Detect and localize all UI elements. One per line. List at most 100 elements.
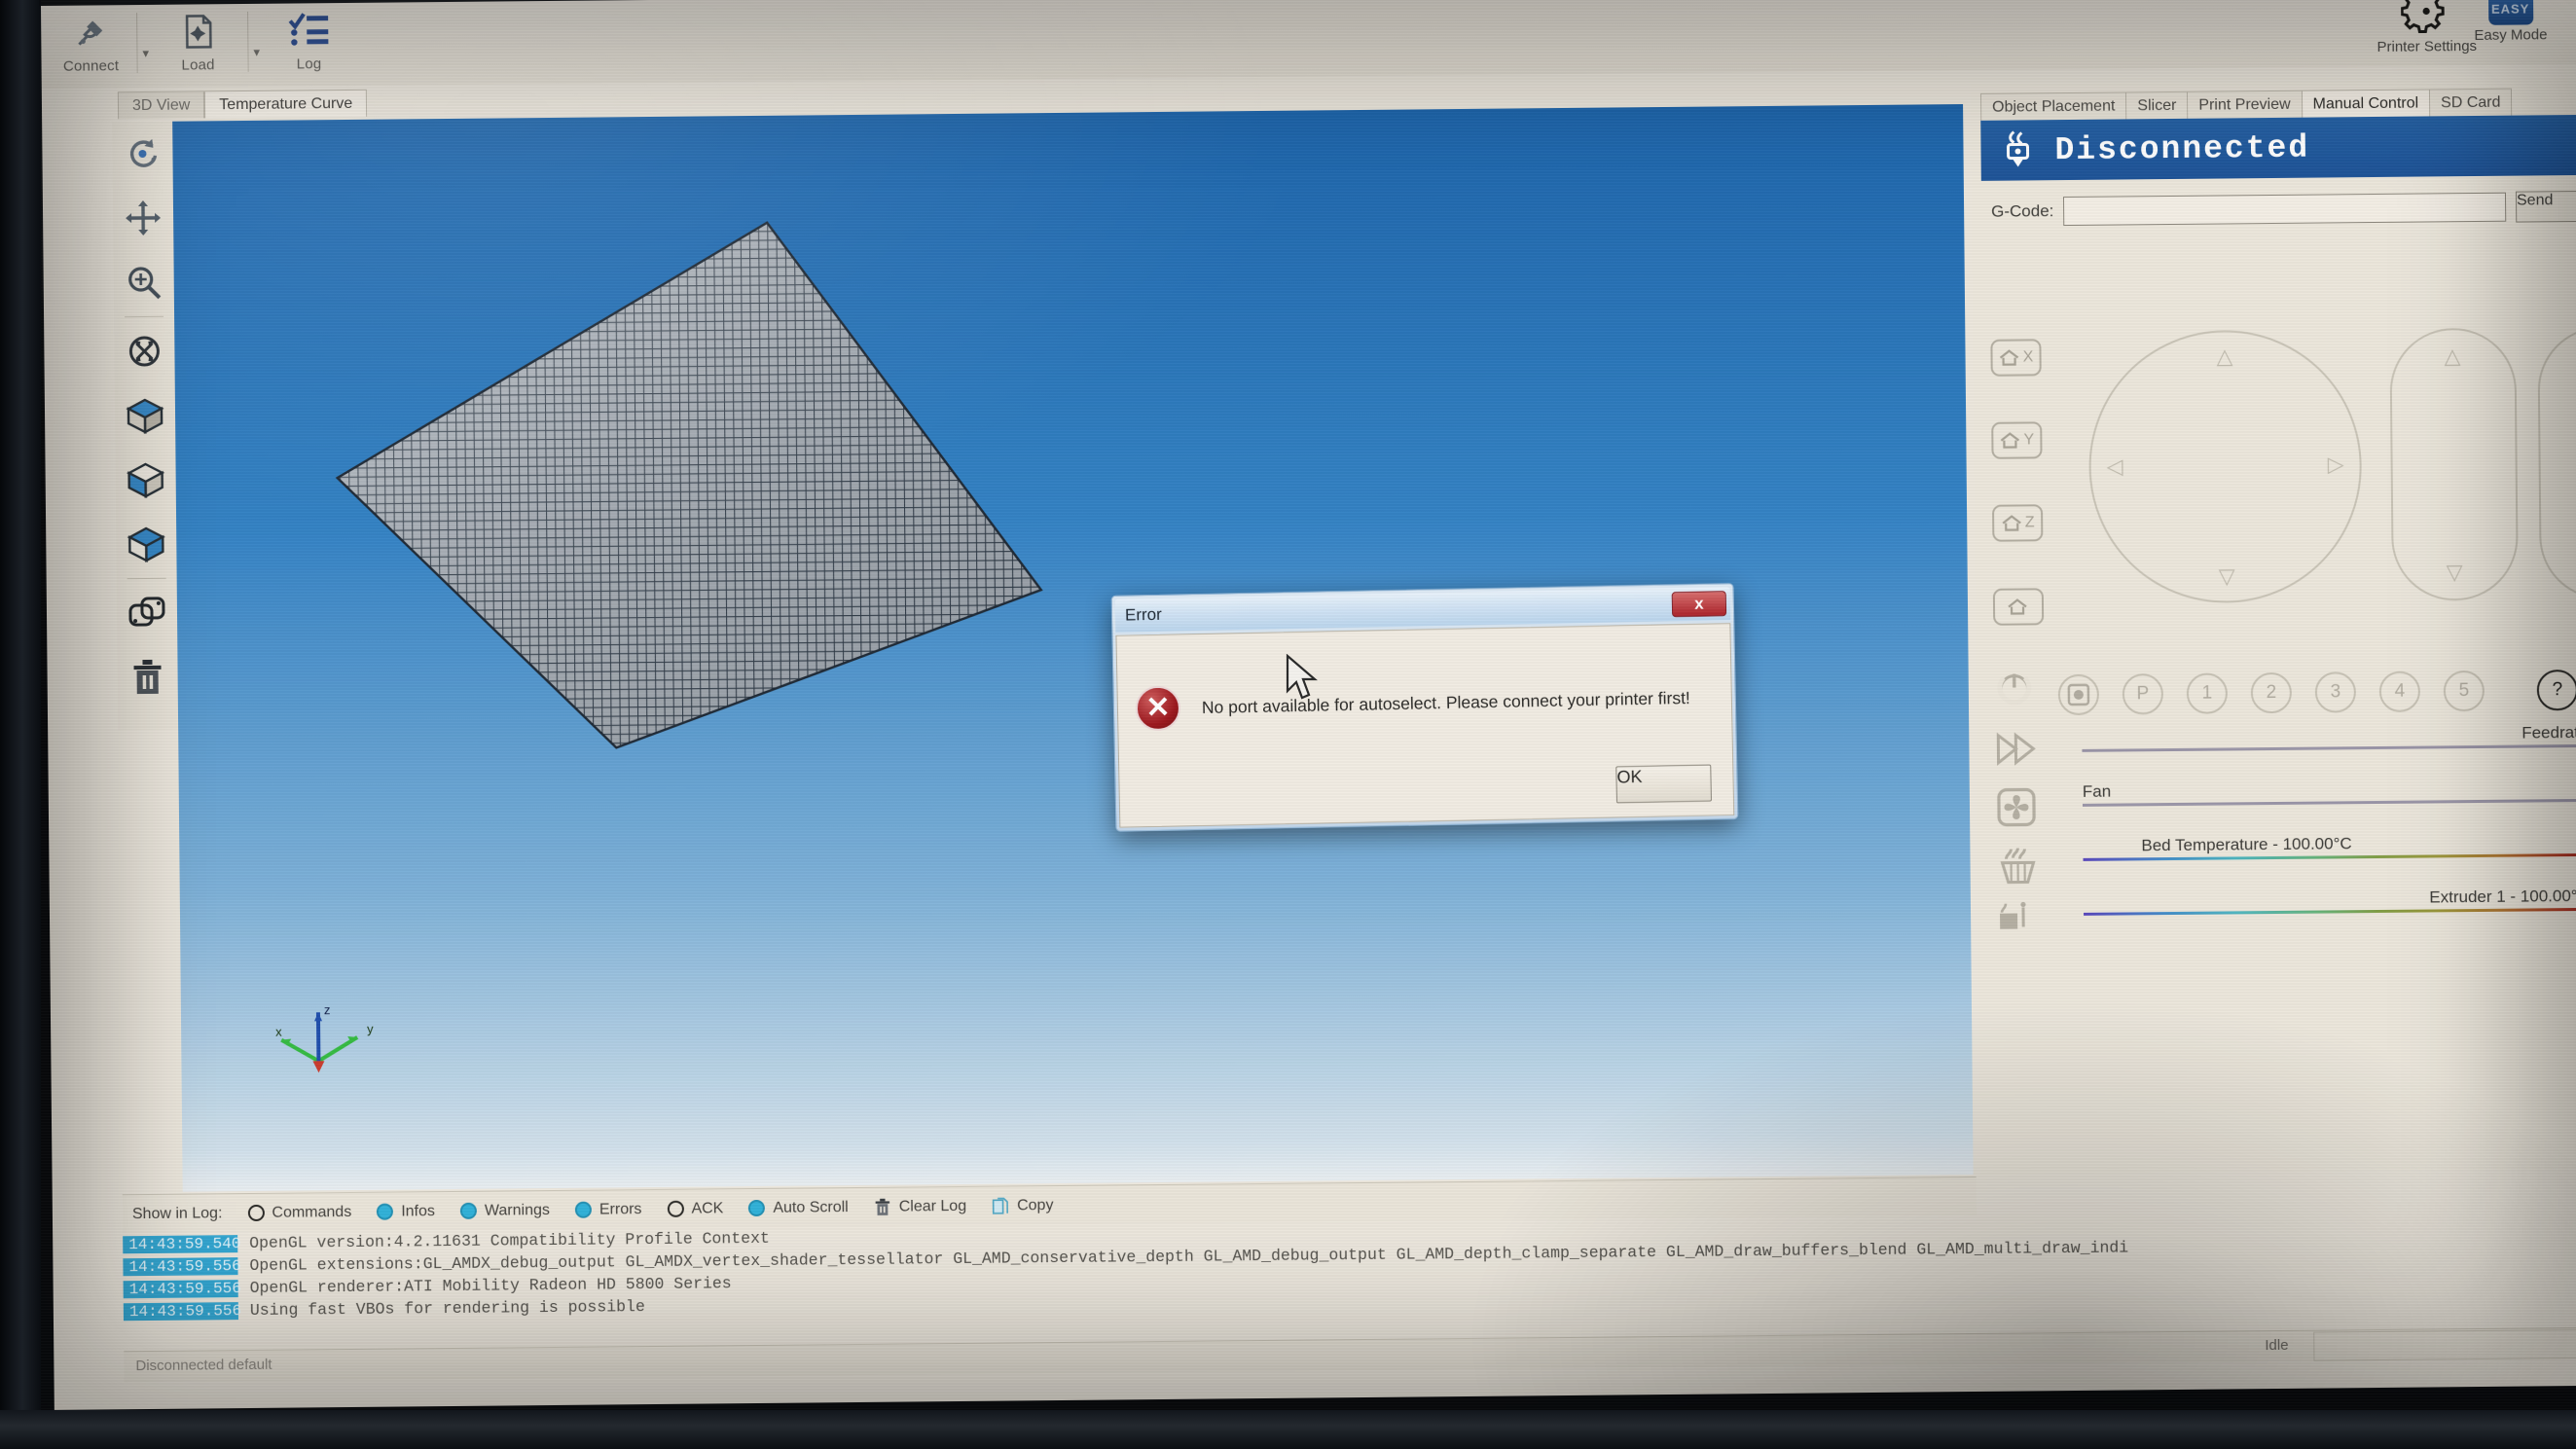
power-button-icon[interactable] xyxy=(1994,668,2035,713)
home-y-button[interactable]: Y xyxy=(1991,421,2043,459)
tab-print-preview[interactable]: Print Preview xyxy=(2187,90,2302,121)
help-button[interactable]: ? xyxy=(2536,670,2576,711)
status-bar-progress-cell xyxy=(2313,1328,2576,1361)
tab-temperature-curve[interactable]: Temperature Curve xyxy=(204,89,368,119)
extruder-icon[interactable] xyxy=(1996,899,2039,943)
circle-button-1[interactable]: 1 xyxy=(2186,672,2229,714)
circle-button-p[interactable]: P xyxy=(2122,673,2164,715)
log-filter-auto-scroll[interactable]: Auto Scroll xyxy=(748,1199,849,1217)
connect-button[interactable]: Connect xyxy=(49,7,133,86)
trash-icon[interactable] xyxy=(117,645,178,710)
load-label: Load xyxy=(181,56,215,74)
magnifier-plus-icon[interactable] xyxy=(113,250,174,315)
home-all-button[interactable] xyxy=(1992,588,2045,626)
gcode-input[interactable] xyxy=(2063,192,2507,227)
clear-log-button[interactable]: Clear Log xyxy=(874,1197,967,1215)
gcode-send-button[interactable]: Send xyxy=(2515,190,2576,223)
feedrate-slider[interactable]: Feedrate xyxy=(2082,723,2576,767)
circle-button-5[interactable]: 5 xyxy=(2443,670,2485,712)
circle-button-4[interactable]: 4 xyxy=(2378,670,2421,712)
status-bar-idle-text: Idle xyxy=(2265,1336,2289,1355)
fan-icon[interactable] xyxy=(1995,786,2038,832)
home-x-button[interactable]: X xyxy=(1990,339,2042,377)
auto-scroll-radio[interactable] xyxy=(748,1199,766,1217)
duplicate-icon[interactable] xyxy=(117,581,178,646)
rail-divider-1 xyxy=(125,315,164,318)
log-timestamp: 14:43:59.540 xyxy=(123,1235,241,1253)
load-button[interactable]: Load xyxy=(156,6,240,85)
stop-button[interactable] xyxy=(2057,673,2100,716)
z-jog-pad[interactable]: △ ▽ xyxy=(2389,327,2519,601)
bed-temperature-slider[interactable]: Bed Temperature - 100.00°C xyxy=(2083,832,2576,876)
load-dropdown-caret[interactable]: ▾ xyxy=(253,45,260,60)
log-filter-commands[interactable]: Commands xyxy=(247,1203,351,1222)
cube-side-icon[interactable] xyxy=(116,512,177,577)
infos-label: Infos xyxy=(401,1202,436,1220)
circle-cross-arrows-icon[interactable] xyxy=(114,319,175,384)
extruder-jog-pad[interactable] xyxy=(2537,326,2576,600)
rail-divider-2 xyxy=(127,577,166,580)
home-z-button[interactable]: Z xyxy=(1992,504,2044,542)
close-icon[interactable]: x xyxy=(1671,591,1727,618)
trash-icon xyxy=(875,1198,889,1215)
ack-radio[interactable] xyxy=(667,1200,684,1217)
extruder1-slider-track[interactable] xyxy=(2084,907,2576,916)
circle-button-3[interactable]: 3 xyxy=(2314,671,2357,713)
jog-x-plus-arrow[interactable]: ▷ xyxy=(2328,452,2344,477)
heated-bed-icon[interactable] xyxy=(1995,845,2040,894)
jog-x-minus-arrow[interactable]: ◁ xyxy=(2107,453,2123,479)
monitor-bezel-bottom xyxy=(0,1410,2576,1449)
jog-z-plus-arrow[interactable]: △ xyxy=(2444,344,2460,369)
jog-z-minus-arrow[interactable]: ▽ xyxy=(2447,560,2463,585)
log-filter-ack[interactable]: ACK xyxy=(667,1200,723,1218)
jog-y-minus-arrow[interactable]: ▽ xyxy=(2219,563,2235,589)
feedrate-slider-track[interactable] xyxy=(2082,743,2576,752)
easy-mode-button[interactable]: EASY Easy Mode xyxy=(2474,0,2548,44)
connect-label: Connect xyxy=(62,57,120,75)
svg-text:y: y xyxy=(367,1022,374,1036)
connection-status-banner: Disconnected xyxy=(1980,114,2576,181)
infos-radio[interactable] xyxy=(377,1203,394,1220)
connect-dropdown-caret[interactable]: ▾ xyxy=(142,46,149,61)
log-filter-infos[interactable]: Infos xyxy=(377,1203,435,1221)
home-icon xyxy=(2007,598,2027,615)
cube-front-icon[interactable] xyxy=(115,448,176,513)
log-filter-warnings[interactable]: Warnings xyxy=(459,1202,550,1220)
fan-slider-track[interactable] xyxy=(2082,798,2576,807)
errors-radio[interactable] xyxy=(574,1201,592,1218)
fast-forward-icon[interactable] xyxy=(1994,730,2037,772)
move-arrows-icon[interactable] xyxy=(113,186,174,251)
log-output[interactable]: 14:43:59.540 OpenGL version:4.2.11631 Co… xyxy=(123,1209,2576,1347)
xy-jog-pad[interactable]: △ ▽ ◁ ▷ xyxy=(2087,329,2363,604)
tab-slicer[interactable]: Slicer xyxy=(2125,91,2188,122)
cube-top-icon[interactable] xyxy=(115,383,176,449)
home-icon xyxy=(2000,349,2019,366)
gcode-row: G-Code: Send xyxy=(1981,184,2576,235)
copy-log-button[interactable]: Copy xyxy=(992,1197,1054,1215)
warnings-radio[interactable] xyxy=(459,1202,478,1219)
connection-status-text: Disconnected xyxy=(2054,129,2310,168)
ribbon-divider-2 xyxy=(247,11,249,72)
tab-3d-view[interactable]: 3D View xyxy=(117,91,205,120)
rotate-icon[interactable] xyxy=(112,122,173,187)
ok-button[interactable]: OK xyxy=(1615,764,1712,804)
printer-settings-button[interactable]: Printer Settings xyxy=(2376,0,2477,55)
circle-button-2[interactable]: 2 xyxy=(2250,671,2293,714)
fan-slider[interactable]: Fan xyxy=(2083,778,2576,821)
log-button[interactable]: Log xyxy=(267,5,351,84)
repetier-host-window: Connect ▾ Load ▾ Log Printer Settings EA… xyxy=(41,0,2576,1410)
ack-label: ACK xyxy=(691,1199,724,1217)
tab-manual-control[interactable]: Manual Control xyxy=(2301,89,2430,120)
printer-bed-mesh xyxy=(335,221,1043,749)
extruder1-temperature-slider[interactable]: Extruder 1 - 100.00°C xyxy=(2084,887,2576,930)
gear-icon xyxy=(2376,0,2477,39)
top-ribbon: Connect ▾ Load ▾ Log Printer Settings EA… xyxy=(41,0,2576,89)
svg-text:x: x xyxy=(275,1025,282,1039)
jog-y-plus-arrow[interactable]: △ xyxy=(2216,344,2232,369)
commands-radio[interactable] xyxy=(247,1204,265,1222)
tab-object-placement[interactable]: Object Placement xyxy=(1979,91,2126,123)
svg-text:z: z xyxy=(324,1002,331,1017)
fan-slider-label: Fan xyxy=(2082,781,2112,801)
log-filter-errors[interactable]: Errors xyxy=(574,1201,642,1219)
tab-sd-card[interactable]: SD Card xyxy=(2428,88,2513,119)
